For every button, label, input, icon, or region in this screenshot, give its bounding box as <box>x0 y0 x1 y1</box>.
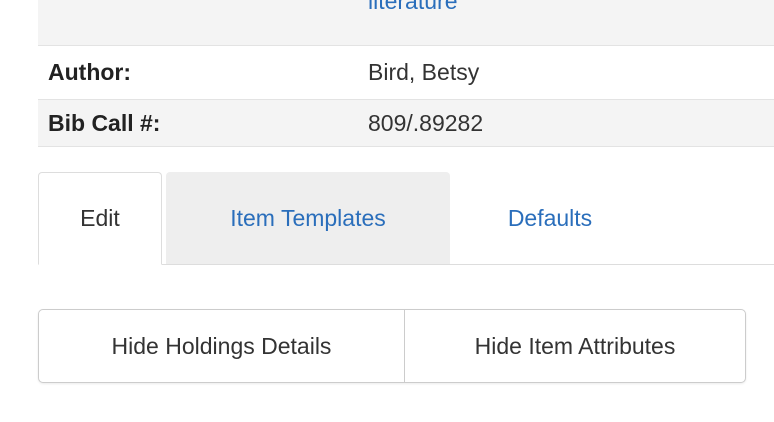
call-number-value: 809/.89282 <box>368 109 484 136</box>
tab-defaults[interactable]: Defaults <box>450 172 650 264</box>
bib-summary-table: literature Author: Bird, Betsy Bib Call … <box>38 0 774 147</box>
author-value: Bird, Betsy <box>368 59 480 85</box>
bib-row-author: Author: Bird, Betsy <box>38 46 774 100</box>
subject-link[interactable]: literature <box>368 0 457 15</box>
tab-edit[interactable]: Edit <box>38 172 162 265</box>
bib-row-call-number: Bib Call #: 809/.89282 <box>38 100 774 147</box>
display-toggle-button-group: Hide Holdings Details Hide Item Attribut… <box>38 309 746 383</box>
call-number-label: Bib Call #: <box>48 109 161 136</box>
author-label: Author: <box>48 59 132 85</box>
hide-item-attributes-button[interactable]: Hide Item Attributes <box>405 310 745 382</box>
hide-holdings-details-button[interactable]: Hide Holdings Details <box>39 310 405 382</box>
editor-tabs: Edit Item Templates Defaults <box>38 172 774 265</box>
holdings-editor-page: literature Author: Bird, Betsy Bib Call … <box>0 0 774 422</box>
tab-item-templates[interactable]: Item Templates <box>166 172 450 264</box>
bib-row-subject: literature <box>38 0 774 46</box>
